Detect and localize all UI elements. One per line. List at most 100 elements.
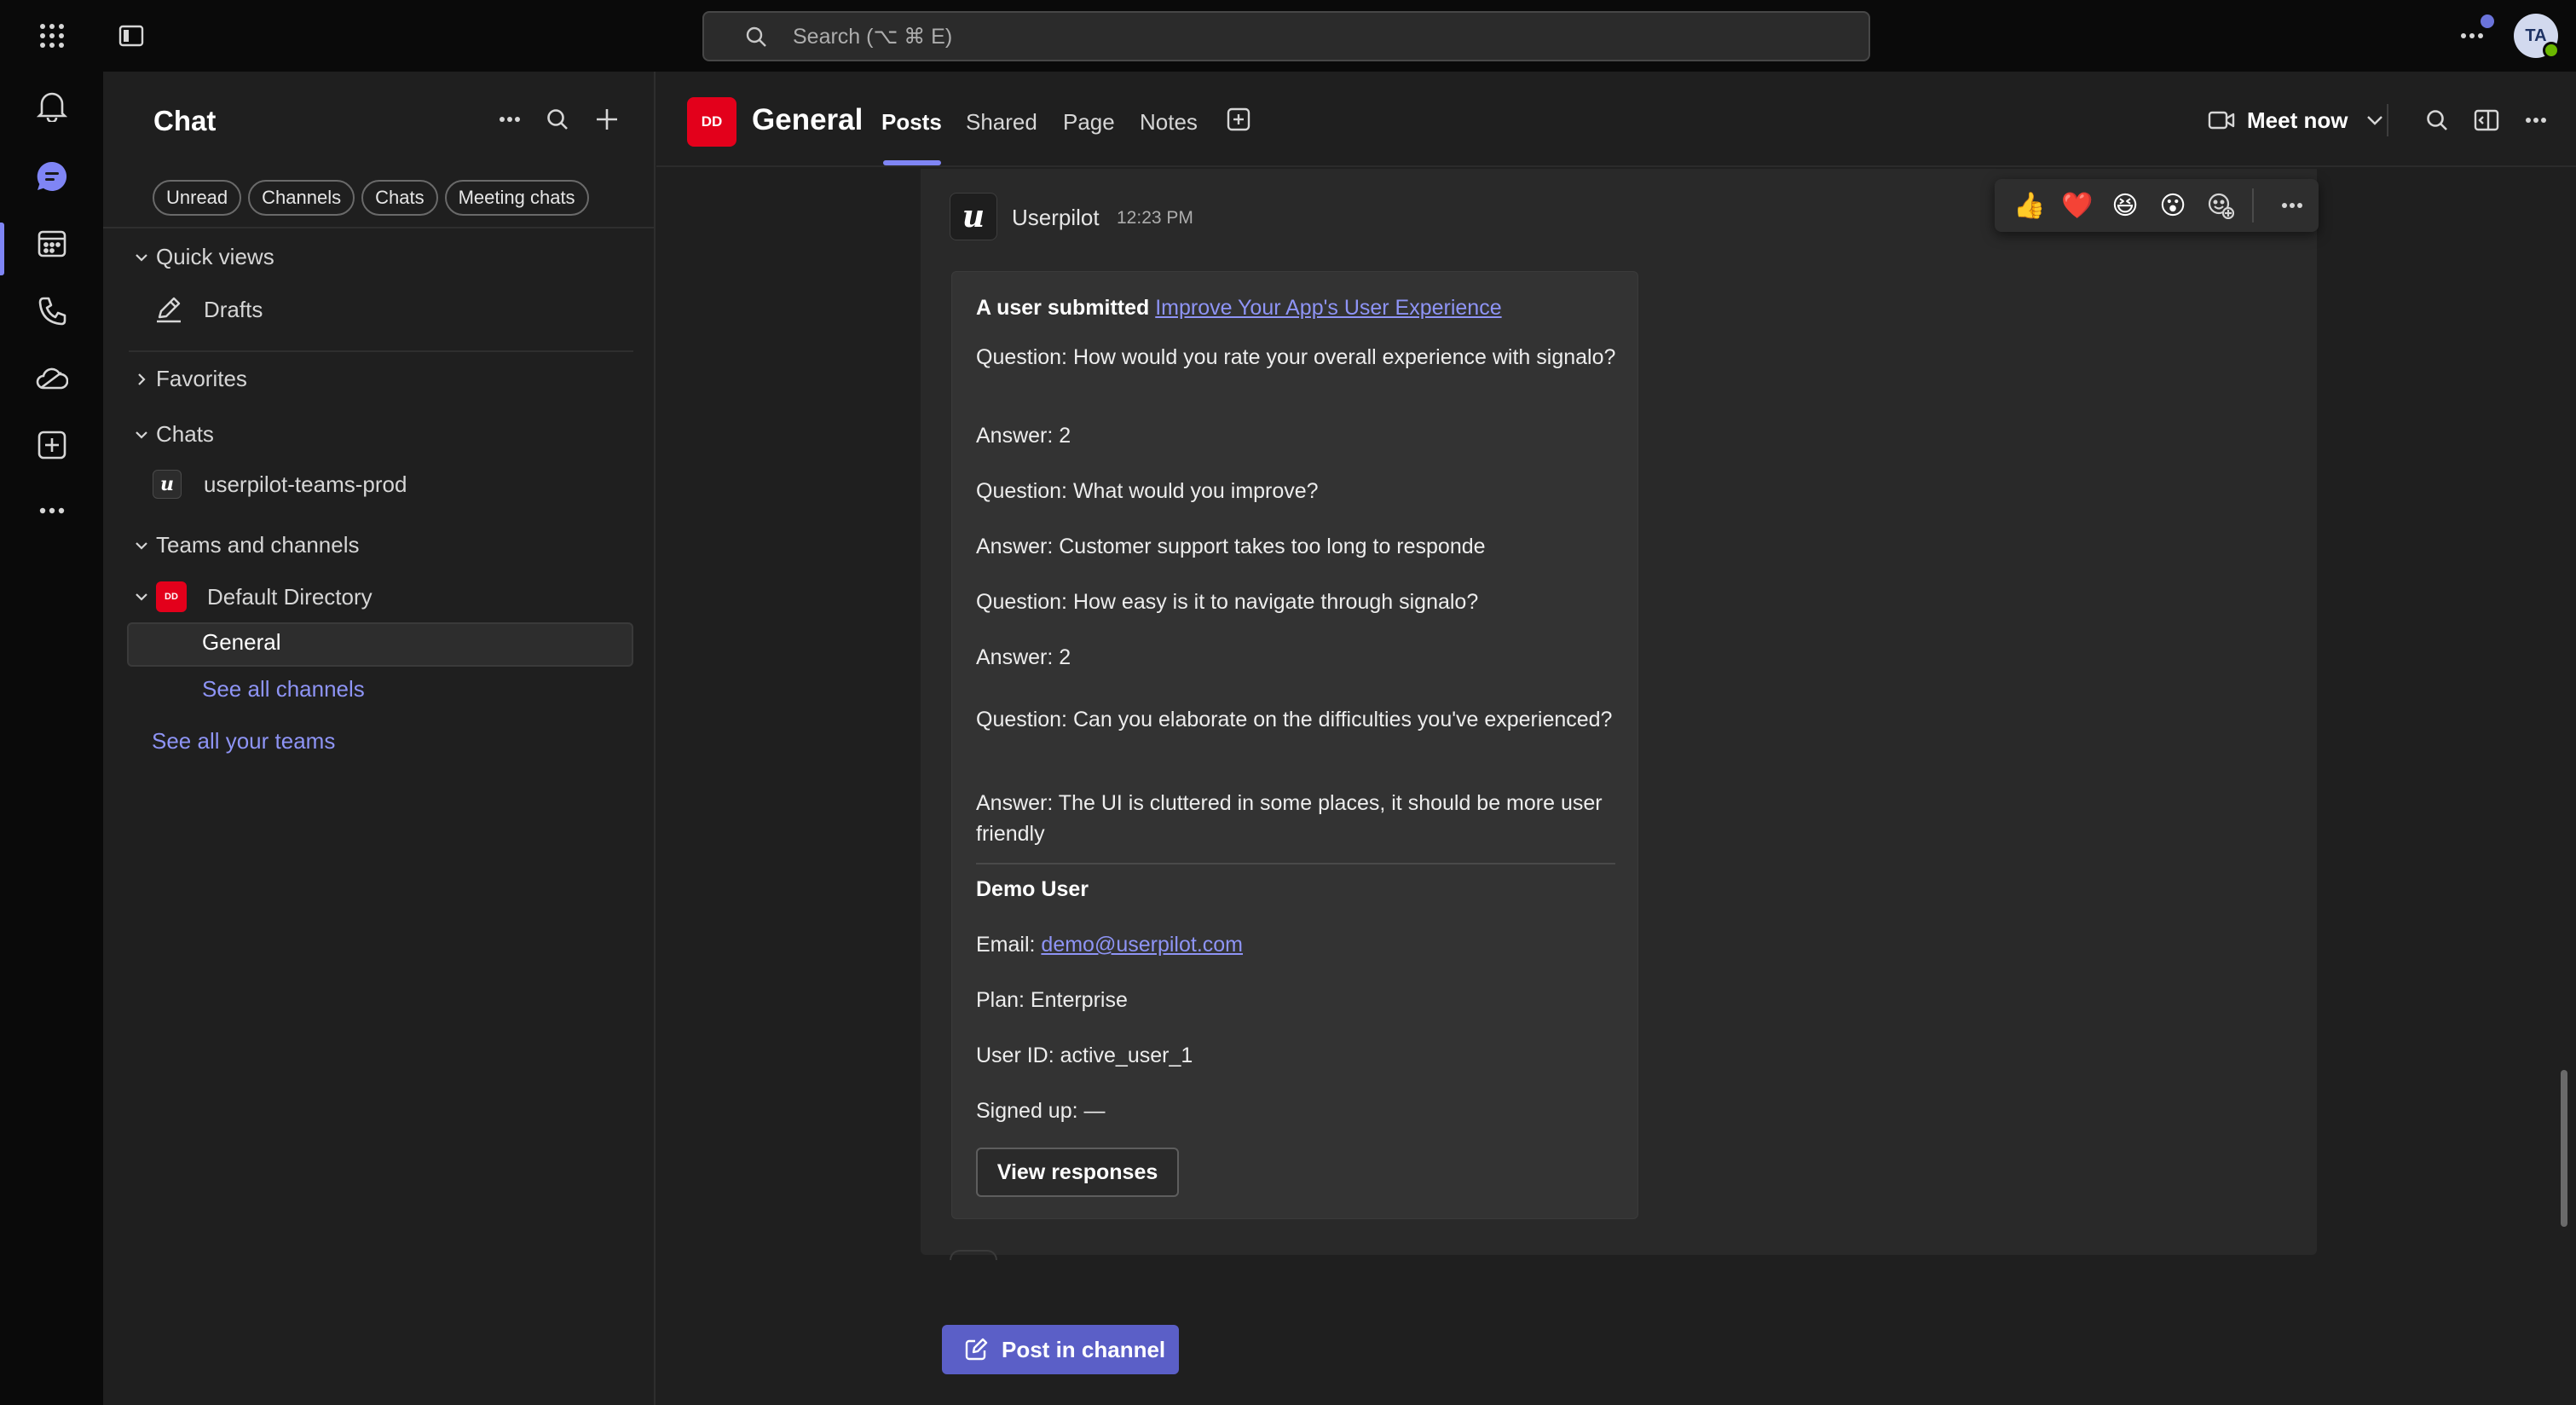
quick-views-label: Quick views <box>156 244 274 269</box>
posts-area: u Userpilot 12:23 PM 👍 ❤️ 😆 😮 A user sub… <box>656 169 2576 1405</box>
card-signed-up: Signed up: — <box>976 1099 1106 1123</box>
card-answer-2: Answer: Customer support takes too long … <box>976 535 1486 558</box>
channel-team-avatar: DD <box>687 97 736 147</box>
card-answer-3: Answer: 2 <box>976 645 1071 669</box>
card-question-4: Question: Can you elaborate on the diffi… <box>976 708 1613 731</box>
channel-more-icon[interactable] <box>2515 99 2557 142</box>
top-bar: Search (⌥ ⌘ E) TA <box>0 0 2576 72</box>
card-answer-4: Answer: The UI is cluttered in some plac… <box>976 791 1603 846</box>
reaction-bar: 👍 ❤️ 😆 😮 <box>1995 179 2319 232</box>
chat-filters: Unread Channels Chats Meeting chats <box>153 180 589 216</box>
chat-icon[interactable] <box>26 150 78 203</box>
message-post: u Userpilot 12:23 PM 👍 ❤️ 😆 😮 A user sub… <box>921 169 2319 1260</box>
tab-page[interactable]: Page <box>1063 109 1115 136</box>
card-divider <box>976 863 1615 864</box>
channel-search-icon[interactable] <box>2416 99 2458 142</box>
sidebar-title: Chat <box>153 105 217 136</box>
toggle-sidebar-icon[interactable] <box>106 10 157 61</box>
next-avatar-partial <box>950 1250 997 1260</box>
search-input[interactable]: Search (⌥ ⌘ E) <box>702 11 1870 61</box>
tab-shared[interactable]: Shared <box>966 109 1037 136</box>
channel-general-label[interactable]: General <box>202 629 281 656</box>
presence-available-icon <box>2543 42 2560 59</box>
chat-item-userpilot-teams-prod[interactable]: u userpilot-teams-prod <box>153 470 407 499</box>
quick-views-header[interactable]: Quick views <box>132 244 274 270</box>
calendar-icon[interactable] <box>26 217 78 270</box>
sidebar-divider <box>129 350 633 352</box>
team-default-directory[interactable]: DD Default Directory <box>132 581 373 612</box>
filter-channels[interactable]: Channels <box>248 180 355 216</box>
heart-reaction-icon[interactable]: ❤️ <box>2056 183 2099 228</box>
video-camera-icon <box>2208 110 2235 130</box>
laugh-reaction-icon[interactable]: 😆 <box>2104 183 2146 228</box>
tab-posts[interactable]: Posts <box>881 109 942 136</box>
sidebar-search-icon[interactable] <box>536 98 579 141</box>
meet-now-label: Meet now <box>2247 107 2348 133</box>
chevron-down-icon[interactable] <box>2366 115 2383 125</box>
card-intro: A user submitted Improve Your App's User… <box>976 292 1624 323</box>
sidebar-item-drafts[interactable]: Drafts <box>154 295 263 324</box>
channel-title: General <box>752 103 863 136</box>
email-link[interactable]: demo@userpilot.com <box>1041 933 1243 957</box>
app-rail <box>0 72 103 1405</box>
adaptive-card: A user submitted Improve Your App's User… <box>951 271 1638 1219</box>
team-name: Default Directory <box>207 583 373 610</box>
tab-notes[interactable]: Notes <box>1140 109 1198 136</box>
card-plan: Plan: Enterprise <box>976 988 1128 1012</box>
header-separator <box>2387 104 2388 136</box>
team-avatar: DD <box>156 581 187 612</box>
meet-now-button[interactable]: Meet now <box>2208 97 2383 143</box>
calls-phone-icon[interactable] <box>26 285 78 338</box>
card-answer-1: Answer: 2 <box>976 424 1071 448</box>
post-in-channel-button[interactable]: Post in channel <box>942 1325 1179 1374</box>
add-reaction-icon[interactable] <box>2199 183 2242 228</box>
new-chat-plus-icon[interactable] <box>586 98 628 141</box>
card-email-label: Email: <box>976 933 1036 957</box>
add-tab-icon[interactable] <box>1217 98 1260 141</box>
card-email-row: Email: demo@userpilot.com <box>976 929 1624 960</box>
survey-link[interactable]: Improve Your App's User Experience <box>1155 296 1501 320</box>
rail-active-indicator <box>0 223 4 275</box>
favorites-label: Favorites <box>156 366 247 391</box>
onedrive-cloud-icon[interactable] <box>26 352 78 405</box>
card-user-id: User ID: active_user_1 <box>976 1044 1193 1067</box>
channel-header: DD General Posts Shared Page Notes Meet … <box>656 72 2576 167</box>
chats-header[interactable]: Chats <box>132 421 214 448</box>
apps-add-icon[interactable] <box>26 419 78 471</box>
post-timestamp: 12:23 PM <box>1117 208 1193 228</box>
drafts-label: Drafts <box>204 296 263 322</box>
favorites-header[interactable]: Favorites <box>132 366 247 392</box>
see-all-teams-link[interactable]: See all your teams <box>152 728 335 755</box>
view-responses-button[interactable]: View responses <box>976 1148 1179 1197</box>
chats-label: Chats <box>156 421 214 447</box>
scrollbar-thumb[interactable] <box>2561 1070 2567 1227</box>
card-intro-text: A user submitted <box>976 296 1150 320</box>
card-user-name: Demo User <box>976 877 1089 901</box>
open-side-panel-icon[interactable] <box>2465 99 2508 142</box>
teams-channels-header[interactable]: Teams and channels <box>132 532 359 558</box>
chevron-down-icon <box>132 536 151 555</box>
chevron-down-icon <box>132 425 151 444</box>
author-avatar[interactable]: u <box>950 193 997 240</box>
card-question-2: Question: What would you improve? <box>976 479 1319 503</box>
search-placeholder: Search (⌥ ⌘ E) <box>793 24 953 49</box>
filter-meeting-chats[interactable]: Meeting chats <box>444 180 589 216</box>
see-all-channels-link[interactable]: See all channels <box>202 676 365 702</box>
filter-chats[interactable]: Chats <box>361 180 438 216</box>
sidebar-more-icon[interactable] <box>488 98 531 141</box>
sidebar-divider <box>103 227 654 228</box>
app-launcher-icon[interactable] <box>26 10 78 61</box>
message-more-icon[interactable] <box>2271 183 2313 228</box>
search-icon <box>745 26 767 48</box>
reaction-separator <box>2252 188 2254 223</box>
userpilot-logo-icon: u <box>153 470 182 499</box>
surprised-reaction-icon[interactable]: 😮 <box>2151 183 2194 228</box>
thumbs-up-reaction-icon[interactable]: 👍 <box>2008 183 2051 228</box>
more-apps-icon[interactable] <box>26 484 78 537</box>
chat-sidebar: Chat Unread Channels Chats Meeting chats… <box>103 72 656 1405</box>
filter-unread[interactable]: Unread <box>153 180 242 216</box>
post-author[interactable]: Userpilot <box>1012 205 1100 231</box>
card-question-1: Question: How would you rate your overal… <box>976 345 1616 369</box>
active-tab-indicator <box>883 160 941 165</box>
activity-bell-icon[interactable] <box>26 79 78 132</box>
